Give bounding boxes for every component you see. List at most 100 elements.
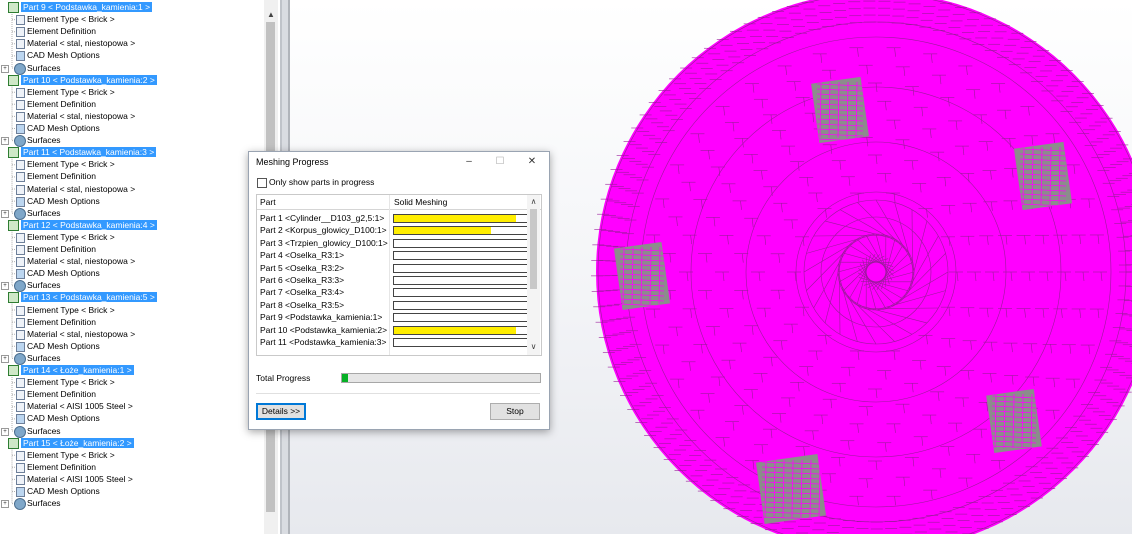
tree-part-node[interactable]: Part 11 < Podstawka_kamienia:3 > — [0, 147, 260, 159]
chevron-down-icon[interactable]: ∨ — [527, 342, 540, 351]
close-icon[interactable]: ✕ — [521, 154, 543, 170]
tree-child-surfaces[interactable]: + Surfaces — [0, 352, 260, 365]
mesh-options-icon — [16, 487, 25, 497]
surfaces-icon — [14, 62, 26, 75]
progress-row[interactable]: Part 10 <Podstawka_kamienia:2> — [257, 324, 530, 337]
minimize-icon[interactable]: – — [458, 154, 480, 170]
tree-child-surfaces[interactable]: + Surfaces — [0, 498, 260, 511]
expand-icon[interactable]: + — [1, 137, 9, 146]
part-icon — [8, 2, 19, 13]
expand-icon[interactable]: + — [1, 282, 9, 291]
part-progress-fill — [394, 326, 516, 334]
tree-child-element-type[interactable]: Element Type < Brick > — [0, 450, 260, 461]
tree-child-element-def[interactable]: Element Definition — [0, 244, 260, 255]
tree-child-element-def[interactable]: Element Definition — [0, 317, 260, 328]
tree-child-element-type[interactable]: Element Type < Brick > — [0, 87, 260, 98]
tree-part-node[interactable]: Part 12 < Podstawka_kamienia:4 > — [0, 219, 260, 231]
tree-child-label: CAD Mesh Options — [27, 123, 100, 133]
progress-row[interactable]: Part 7 <Oselka_R3:4> — [257, 286, 530, 299]
expand-icon[interactable]: + — [1, 500, 9, 509]
details-button[interactable]: Details >> — [256, 403, 306, 420]
progress-row[interactable]: Part 6 <Oselka_R3:3> — [257, 274, 530, 287]
tree-part-label: Part 15 < Łoże_kamienia:2 > — [21, 437, 134, 448]
tree-child-material[interactable]: Material < stal, niestopowa > — [0, 111, 260, 122]
tree-child-element-type[interactable]: Element Type < Brick > — [0, 159, 260, 171]
tree-child-element-def[interactable]: Element Definition — [0, 26, 260, 38]
progress-row[interactable]: Part 2 <Korpus_glowicy_D100:1> — [257, 224, 530, 237]
tree-part-node[interactable]: Part 10 < Podstawka_kamienia:2 > — [0, 74, 260, 86]
tree-child-element-type[interactable]: Element Type < Brick > — [0, 14, 260, 26]
list-scrollbar-thumb[interactable] — [530, 209, 537, 289]
tree-part-node[interactable]: Part 15 < Łoże_kamienia:2 > — [0, 437, 260, 449]
tree-child-cad-mesh[interactable]: CAD Mesh Options — [0, 341, 260, 352]
part-name: Part 3 <Trzpien_glowicy_D100:1> — [260, 237, 388, 248]
tree-child-label: Element Type < Brick > — [27, 377, 115, 388]
tree-child-material[interactable]: Material < stal, niestopowa > — [0, 184, 260, 195]
tree-child-element-type[interactable]: Element Type < Brick > — [0, 377, 260, 389]
expand-icon[interactable]: + — [1, 354, 9, 363]
tree-child-element-def[interactable]: Element Definition — [0, 99, 260, 110]
column-header-part[interactable]: Part — [260, 197, 276, 207]
tree-child-element-def[interactable]: Element Definition — [0, 389, 260, 401]
tree-child-label: Material < AISI 1005 Steel > — [27, 401, 133, 412]
tree-child-surfaces[interactable]: + Surfaces — [0, 207, 260, 220]
tree-child-material[interactable]: Material < stal, niestopowa > — [0, 256, 260, 268]
property-icon — [16, 390, 25, 401]
progress-row[interactable]: Part 4 <Oselka_R3:1> — [257, 249, 530, 262]
progress-row[interactable]: Part 3 <Trzpien_glowicy_D100:1> — [257, 237, 530, 250]
tree-child-label: CAD Mesh Options — [27, 340, 100, 351]
tree-child-cad-mesh[interactable]: CAD Mesh Options — [0, 413, 260, 425]
part-progress-bar — [393, 313, 530, 323]
expand-icon[interactable]: + — [1, 427, 9, 436]
tree-part-node[interactable]: Part 14 < Łoże_kamienia:1 > — [0, 365, 260, 376]
tree-child-element-def[interactable]: Element Definition — [0, 171, 260, 183]
surfaces-icon — [14, 425, 26, 438]
progress-row[interactable]: Part 9 <Podstawka_kamienia:1> — [257, 311, 530, 324]
tree-child-element-type[interactable]: Element Type < Brick > — [0, 305, 260, 316]
chevron-up-icon[interactable]: ∧ — [527, 197, 540, 206]
only-in-progress-checkbox[interactable] — [257, 178, 267, 188]
tree-child-cad-mesh[interactable]: CAD Mesh Options — [0, 196, 260, 207]
progress-row[interactable]: Part 8 <Oselka_R3:5> — [257, 299, 530, 312]
tree-child-label: Element Type < Brick > — [27, 231, 115, 242]
progress-row[interactable]: Part 5 <Oselka_R3:2> — [257, 262, 530, 275]
tree-child-element-type[interactable]: Element Type < Brick > — [0, 232, 260, 243]
property-icon — [16, 160, 25, 171]
stop-button[interactable]: Stop — [490, 403, 540, 420]
tree-child-material[interactable]: Material < AISI 1005 Steel > — [0, 401, 260, 413]
tree-child-cad-mesh[interactable]: CAD Mesh Options — [0, 486, 260, 497]
tree-child-cad-mesh[interactable]: CAD Mesh Options — [0, 268, 260, 280]
tree-child-material[interactable]: Material < AISI 1005 Steel > — [0, 474, 260, 485]
tree-child-cad-mesh[interactable]: CAD Mesh Options — [0, 123, 260, 134]
property-icon — [16, 39, 25, 50]
header-divider — [257, 209, 541, 210]
progress-row[interactable]: Part 1 <Cylinder__D103_g2,5:1> — [257, 212, 530, 225]
expand-icon[interactable]: + — [1, 64, 9, 73]
tree-child-material[interactable]: Material < stal, niestopowa > — [0, 38, 260, 50]
tree-child-label: Element Type < Brick > — [27, 159, 115, 170]
tree-child-label: Surfaces — [27, 280, 61, 291]
property-icon — [16, 474, 25, 485]
part-icon — [8, 292, 19, 304]
property-icon — [16, 27, 25, 38]
tree-child-label: Element Definition — [27, 171, 96, 182]
property-icon — [16, 111, 25, 122]
list-scrollbar[interactable]: ∧ ∨ — [527, 195, 540, 355]
surfaces-icon — [14, 280, 26, 293]
property-icon — [16, 402, 25, 413]
column-header-solid-meshing[interactable]: Solid Meshing — [394, 197, 447, 207]
tree-child-surfaces[interactable]: + Surfaces — [0, 425, 260, 438]
surfaces-icon — [14, 207, 26, 220]
tree-child-material[interactable]: Material < stal, niestopowa > — [0, 329, 260, 340]
tree-child-cad-mesh[interactable]: CAD Mesh Options — [0, 50, 260, 62]
tree-part-node[interactable]: Part 9 < Podstawka_kamienia:1 > — [0, 2, 260, 13]
tree-part-node[interactable]: Part 13 < Podstawka_kamienia:5 > — [0, 292, 260, 304]
tree-child-surfaces[interactable]: + Surfaces — [0, 135, 260, 148]
expand-icon[interactable]: + — [1, 209, 9, 218]
tree-child-surfaces[interactable]: + Surfaces — [0, 62, 260, 75]
tree-child-label: Surfaces — [27, 425, 61, 436]
progress-row[interactable]: Part 11 <Podstawka_kamienia:3> — [257, 336, 530, 349]
scroll-up-arrow-icon[interactable]: ▲ — [264, 10, 278, 20]
tree-child-element-def[interactable]: Element Definition — [0, 462, 260, 473]
tree-child-surfaces[interactable]: + Surfaces — [0, 280, 260, 293]
